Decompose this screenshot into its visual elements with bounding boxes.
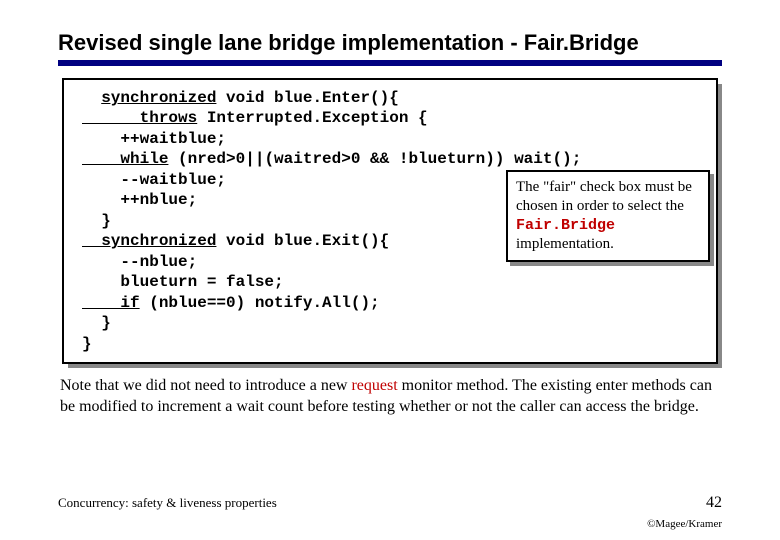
kw-while: while xyxy=(82,150,168,168)
code-line: blueturn = false; xyxy=(82,273,284,291)
slide: Revised single lane bridge implementatio… xyxy=(0,0,780,418)
kw-synchronized: synchronized xyxy=(101,89,216,107)
code-line: while (nred>0||(waitred>0 && !blueturn))… xyxy=(82,150,581,168)
kw-throws: throws xyxy=(82,109,197,127)
note-callout: The "fair" check box must be chosen in o… xyxy=(506,170,710,262)
note-box: The "fair" check box must be chosen in o… xyxy=(506,170,710,262)
code-line: ++waitblue; xyxy=(82,130,226,148)
body-text: Note that we did not need to introduce a… xyxy=(60,377,351,394)
code-line: synchronized void blue.Enter(){ xyxy=(82,89,399,107)
code-line: } xyxy=(82,212,111,230)
code-line: } xyxy=(82,314,111,332)
code-line: ++nblue; xyxy=(82,191,197,209)
note-fair-label: Fair.Bridge xyxy=(516,217,615,234)
footer-left: Concurrency: safety & liveness propertie… xyxy=(58,495,277,511)
code-line: if (nblue==0) notify.All(); xyxy=(82,294,380,312)
code-line: synchronized void blue.Exit(){ xyxy=(82,232,389,250)
slide-title: Revised single lane bridge implementatio… xyxy=(58,30,722,56)
code-line: --waitblue; xyxy=(82,171,226,189)
body-request-word: request xyxy=(351,377,397,394)
note-text: The "fair" check box must be chosen in o… xyxy=(516,179,692,214)
kw-if: if xyxy=(82,294,140,312)
body-paragraph: Note that we did not need to introduce a… xyxy=(60,376,720,418)
title-rule xyxy=(58,60,722,66)
code-block: synchronized void blue.Enter(){ throws I… xyxy=(62,78,718,364)
kw-synchronized: synchronized xyxy=(82,232,216,250)
note-text: implementation. xyxy=(516,236,614,252)
copyright: ©Magee/Kramer xyxy=(647,518,722,530)
footer: Concurrency: safety & liveness propertie… xyxy=(58,494,722,512)
slide-number: 42 xyxy=(706,494,722,512)
code-line: } xyxy=(82,335,92,353)
code-line: throws Interrupted.Exception { xyxy=(82,109,428,127)
code-line: --nblue; xyxy=(82,253,197,271)
